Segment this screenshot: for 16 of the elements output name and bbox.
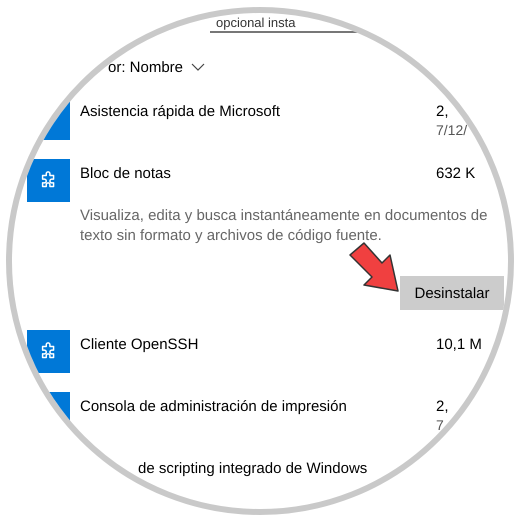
feature-name[interactable]: Cliente OpenSSH <box>80 330 426 354</box>
feature-description: Visualiza, edita y busca instantáneamente en documentos de texto sin formato y archivos de código fuente. <box>80 206 488 246</box>
feature-name[interactable]: Consola de administración de impresión <box>80 392 426 416</box>
feature-size: 632 K <box>436 165 476 183</box>
sort-dropdown[interactable]: or: Nombre <box>108 58 184 76</box>
search-field[interactable]: opcional insta <box>210 15 366 33</box>
install-date: 7 <box>436 416 445 434</box>
feature-size: 10,1 M <box>436 336 483 354</box>
feature-name[interactable]: de scripting integrado de Windows <box>80 454 504 478</box>
feature-size: 2, <box>436 103 450 121</box>
chevron-down-icon <box>191 63 206 71</box>
install-date: 7/12/ <box>436 121 468 139</box>
uninstall-button[interactable]: Desinstalar <box>400 276 504 310</box>
feature-name[interactable]: Asistencia rápida de Microsoft <box>80 97 426 121</box>
feature-size: 2, <box>436 398 450 416</box>
feature-name[interactable]: Bloc de notas <box>80 159 426 183</box>
